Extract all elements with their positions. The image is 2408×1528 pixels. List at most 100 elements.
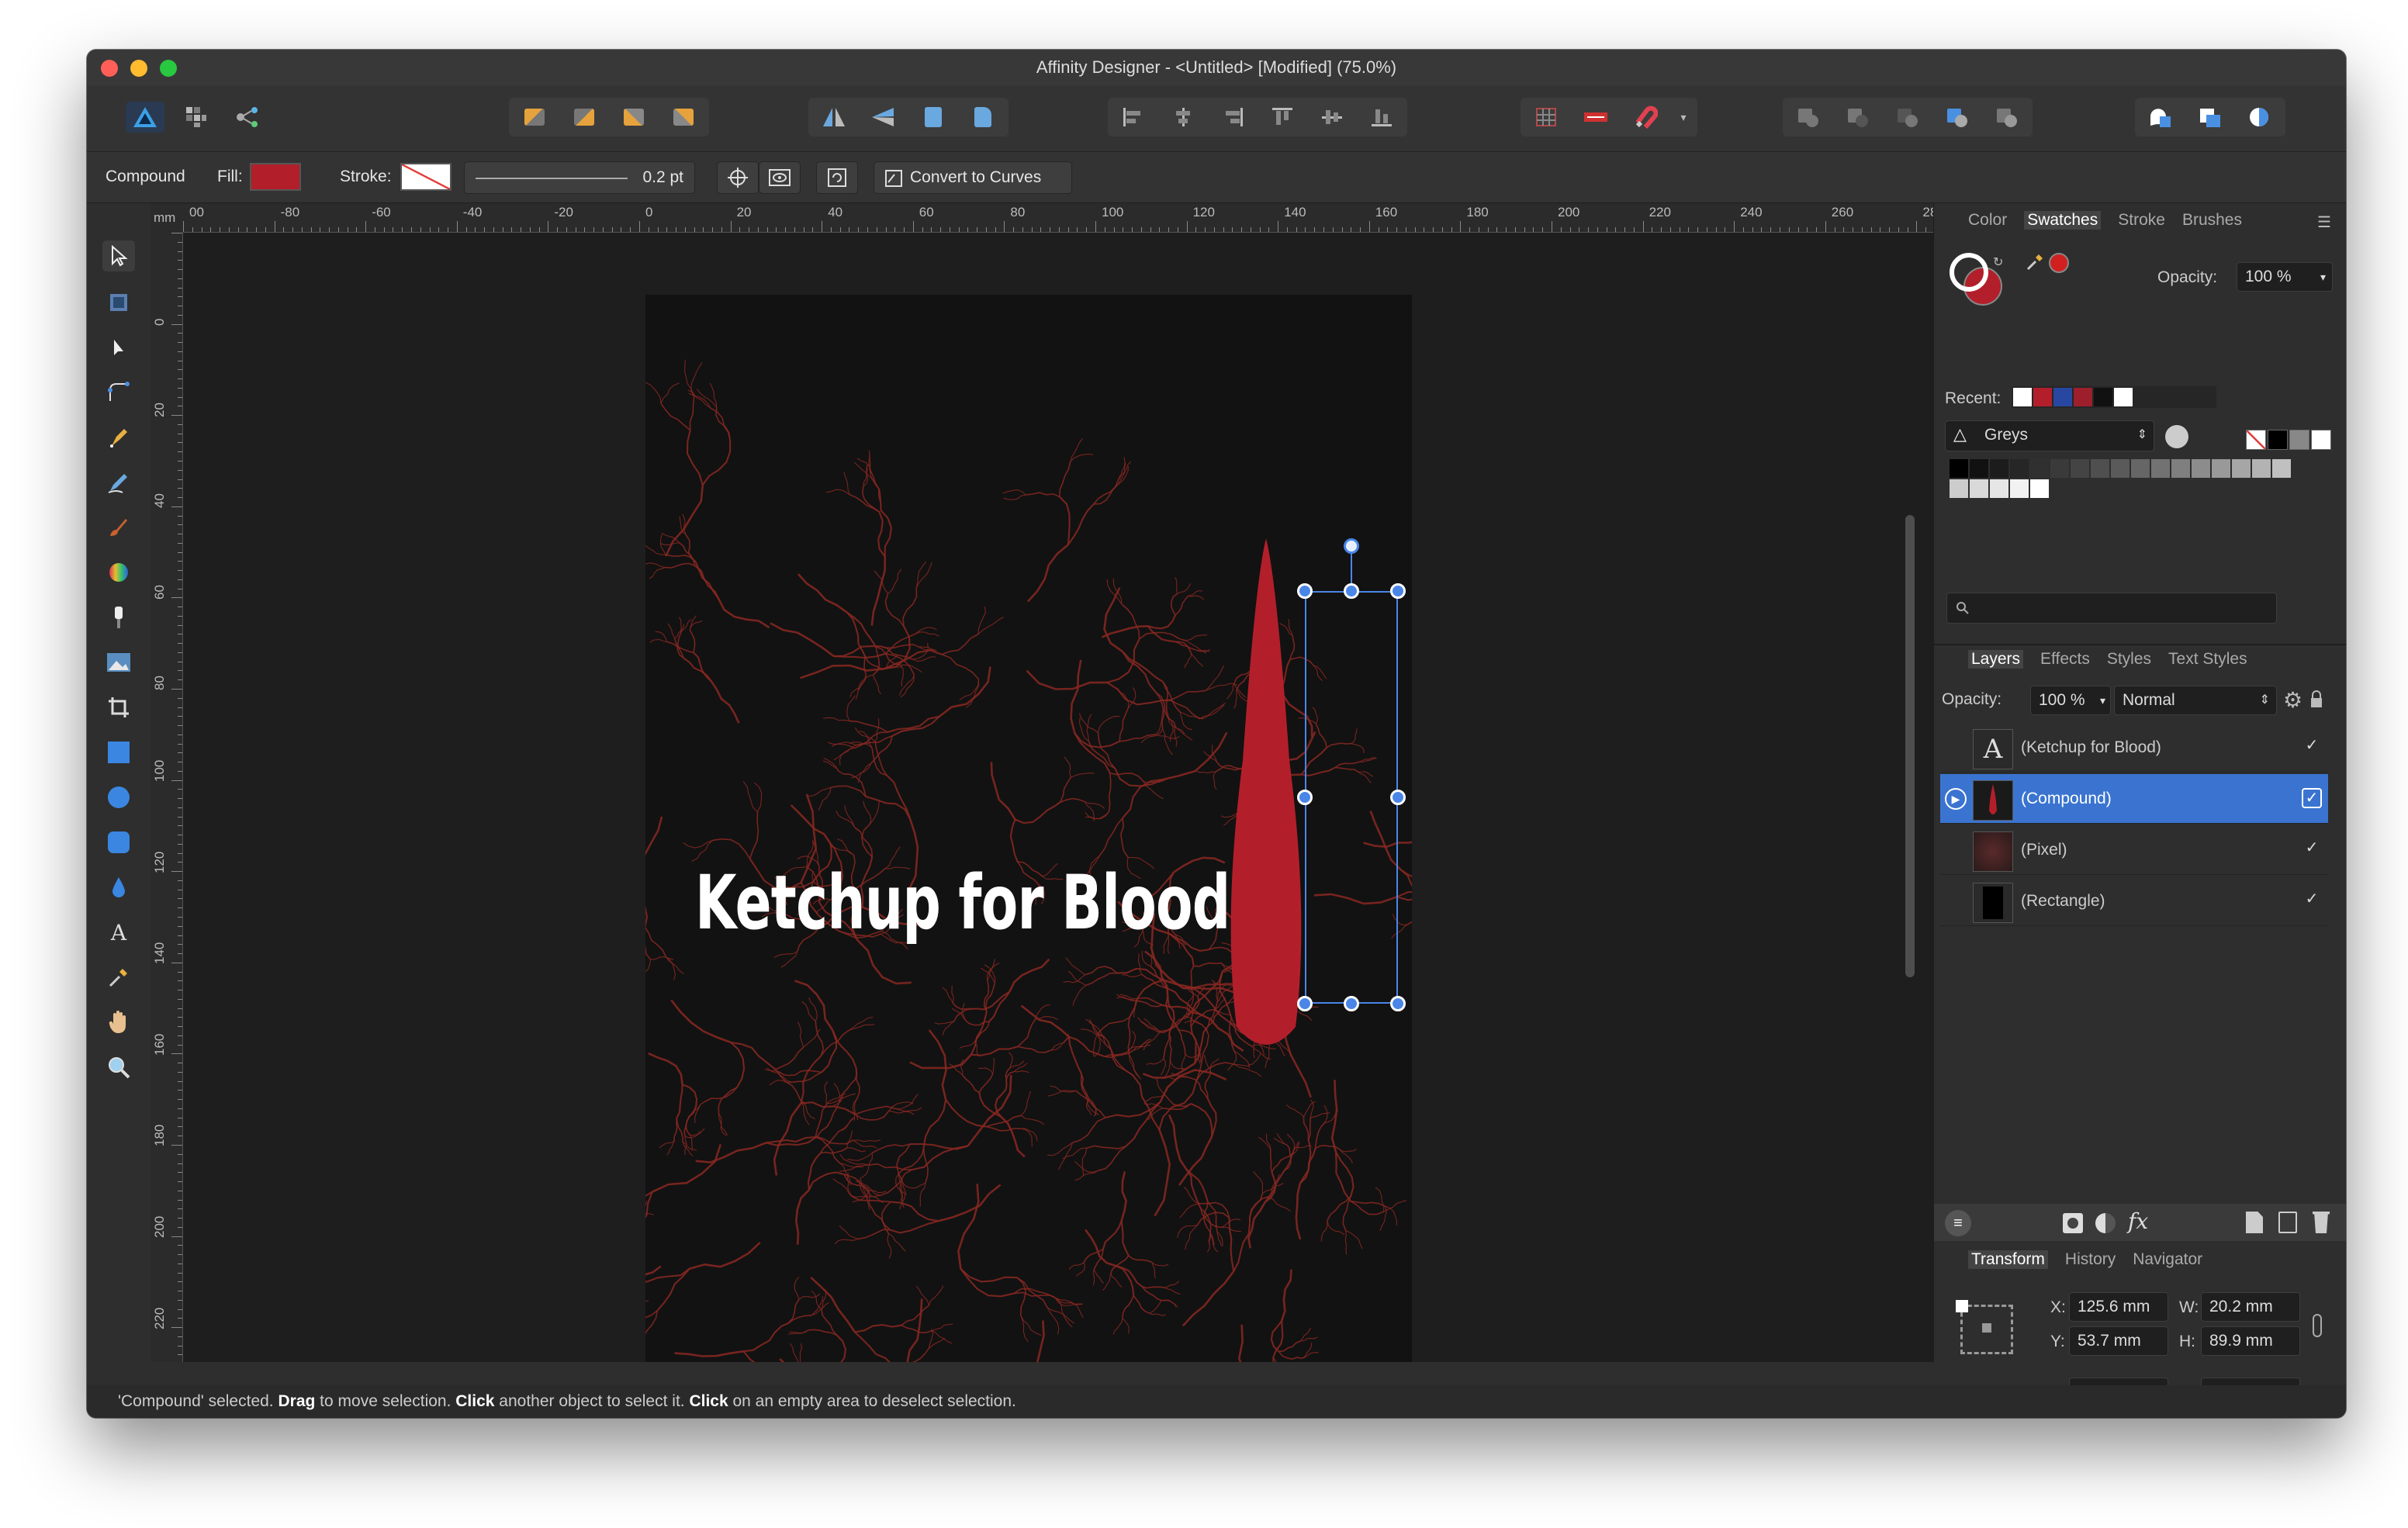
transform-origin-button[interactable] [717, 161, 759, 194]
compound-drop-shape[interactable] [645, 295, 1412, 1362]
swatch-search-field[interactable] [1946, 593, 2277, 624]
tab-history[interactable]: History [2065, 1250, 2116, 1269]
tab-color[interactable]: Color [1968, 211, 2007, 230]
grey-swatch[interactable] [2050, 459, 2069, 478]
visibility-checkbox[interactable]: ✓ [2302, 839, 2322, 859]
tab-effects[interactable]: Effects [2040, 650, 2090, 669]
snapping-options-dropdown[interactable]: ▾ [1676, 102, 1691, 133]
xor-boolean-icon[interactable] [1988, 102, 2026, 133]
divide-boolean-icon[interactable] [1938, 102, 1977, 133]
fill-tool-icon[interactable] [102, 557, 135, 588]
move-to-front-icon[interactable] [664, 102, 703, 133]
grey-swatch[interactable] [2252, 459, 2271, 478]
layers-stack-icon[interactable]: ≡ [1945, 1210, 1971, 1236]
visibility-checkbox[interactable]: ✓ [2302, 788, 2322, 808]
grey-swatch[interactable] [1970, 479, 1988, 498]
text-tool-icon[interactable]: A [102, 917, 135, 948]
w-field[interactable]: 20.2 mm [2201, 1292, 2300, 1322]
rotate-clockwise-icon[interactable] [964, 102, 1002, 133]
color-picker-icon[interactable] [102, 962, 135, 993]
grey-swatch[interactable] [2010, 459, 2029, 478]
align-right-icon[interactable] [1213, 102, 1252, 133]
align-center-icon[interactable] [1164, 102, 1202, 133]
close-window-button[interactable] [101, 60, 118, 77]
align-left-icon[interactable] [1114, 102, 1153, 133]
grey-swatch[interactable] [2091, 459, 2109, 478]
recent-swatch[interactable] [2033, 388, 2052, 406]
palette-options-icon[interactable] [2165, 425, 2188, 448]
handle-bottom-center[interactable] [1344, 996, 1359, 1011]
vector-brush-icon[interactable] [102, 512, 135, 543]
grey-swatch[interactable] [2289, 430, 2309, 450]
export-persona-icon[interactable] [228, 102, 267, 133]
grey-swatch[interactable] [2272, 459, 2291, 478]
grey-swatch[interactable] [2212, 459, 2230, 478]
minimize-window-button[interactable] [130, 60, 147, 77]
teardrop-shape-icon[interactable] [102, 872, 135, 903]
grey-swatch[interactable] [2030, 479, 2049, 498]
grey-swatch[interactable] [2071, 459, 2089, 478]
place-image-icon[interactable] [102, 647, 135, 678]
pencil-tool-icon[interactable] [102, 467, 135, 498]
blend-mode-select[interactable]: Normal ⇕ [2114, 686, 2277, 715]
flip-horizontal-icon[interactable] [815, 102, 853, 133]
grey-swatch[interactable] [2151, 459, 2170, 478]
handle-top-right[interactable] [1390, 583, 1406, 599]
vertical-ruler[interactable]: 0 20 40 60 80 100 120 140 160 180 200 220 [150, 233, 183, 1362]
grey-swatch[interactable] [2030, 459, 2049, 478]
rounded-rectangle-icon[interactable] [102, 827, 135, 858]
move-tool-icon[interactable] [102, 240, 135, 271]
artboard-tool-icon[interactable] [102, 287, 135, 318]
handle-middle-right[interactable] [1390, 790, 1406, 805]
swatch-opacity-field[interactable]: 100 % ▾ [2237, 262, 2333, 292]
handle-bottom-left[interactable] [1297, 996, 1313, 1011]
grey-swatch[interactable] [2192, 459, 2210, 478]
grey-swatch[interactable] [2010, 479, 2029, 498]
gear-icon[interactable]: ⚙ [2283, 687, 2302, 713]
new-layer-icon[interactable] [2246, 1212, 2263, 1233]
align-middle-icon[interactable] [1313, 102, 1351, 133]
rotate-counterclockwise-icon[interactable] [914, 102, 953, 133]
tab-text-styles[interactable]: Text Styles [2168, 650, 2247, 669]
link-proportions-icon[interactable] [2313, 1314, 2322, 1337]
tab-navigator[interactable]: Navigator [2133, 1250, 2202, 1269]
crop-tool-icon[interactable] [102, 692, 135, 723]
rotation-mode-button[interactable] [816, 161, 858, 194]
grey-swatch[interactable] [2111, 459, 2129, 478]
grey-swatch[interactable] [2131, 459, 2150, 478]
tab-transform[interactable]: Transform [1968, 1250, 2048, 1269]
recent-swatch[interactable] [2074, 388, 2092, 406]
pixel-persona-icon[interactable] [177, 102, 216, 133]
intersect-boolean-icon[interactable] [1888, 102, 1927, 133]
guides-icon[interactable] [1576, 102, 1615, 133]
corner-tool-icon[interactable] [102, 377, 135, 408]
handle-bottom-right[interactable] [1390, 996, 1406, 1011]
horizontal-ruler[interactable]: 00 -80 -60 -40 -20 0 20 40 60 80 100 120 140 160 180 20… [183, 203, 1952, 233]
recent-swatch[interactable] [2053, 388, 2072, 406]
no-fill-swatch[interactable] [2246, 430, 2266, 450]
visibility-checkbox[interactable]: ✓ [2302, 890, 2322, 911]
stroke-swatch[interactable] [400, 163, 452, 191]
lock-icon[interactable] [2309, 690, 2323, 709]
move-forward-one-icon[interactable] [614, 102, 653, 133]
adjustment-icon[interactable] [2095, 1213, 2116, 1233]
rectangle-tool-icon[interactable] [102, 737, 135, 768]
h-field[interactable]: 89.9 mm [2201, 1326, 2300, 1356]
designer-persona-icon[interactable] [126, 102, 164, 133]
white-swatch[interactable] [2311, 430, 2331, 450]
panel-menu-icon[interactable]: ☰ [2317, 213, 2331, 232]
tab-brushes[interactable]: Brushes [2182, 211, 2242, 230]
move-to-back-icon[interactable] [515, 102, 554, 133]
layer-row-pixel[interactable]: (Pixel) ✓ [1940, 825, 2328, 875]
current-color-dot[interactable] [2049, 253, 2069, 273]
layer-row-text[interactable]: A (Ketchup for Blood) ✓ [1940, 723, 2328, 773]
fill-swatch[interactable] [250, 163, 301, 191]
palette-select[interactable]: △ Greys ⇕ [1945, 420, 2154, 451]
swap-colors-icon[interactable]: ↻ [1993, 254, 2003, 270]
recent-swatch[interactable] [2114, 388, 2133, 406]
recent-swatch[interactable] [2013, 388, 2032, 406]
grey-swatch[interactable] [2232, 459, 2251, 478]
zoom-tool-icon[interactable] [102, 1052, 135, 1083]
tab-stroke[interactable]: Stroke [2118, 211, 2165, 230]
handle-top-left[interactable] [1297, 583, 1313, 599]
